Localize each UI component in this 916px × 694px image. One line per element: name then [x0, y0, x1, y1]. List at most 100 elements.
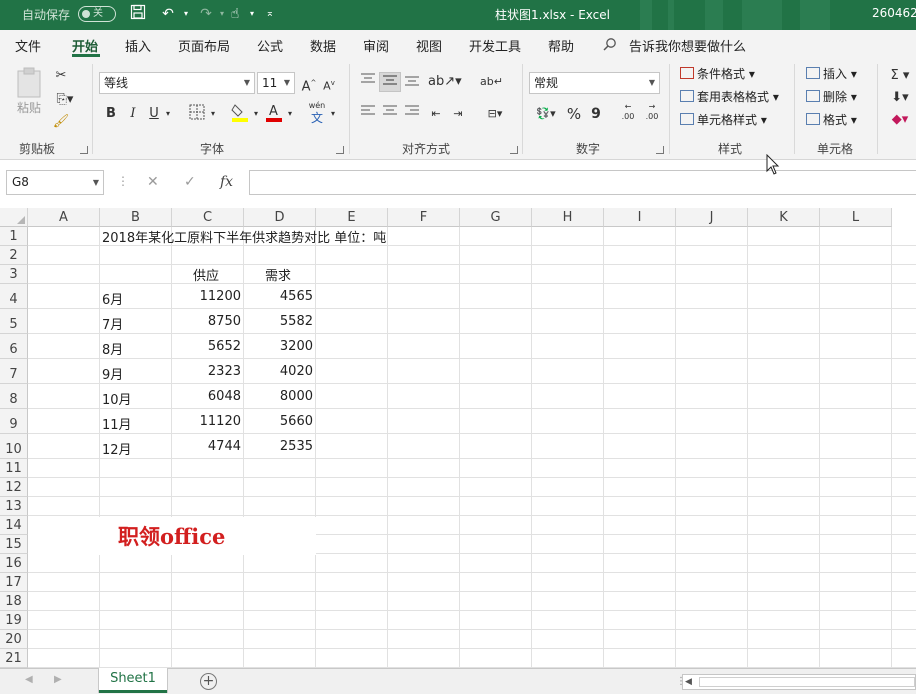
shrink-font-button[interactable]: Av [320, 73, 338, 93]
demand-header-cell[interactable]: 需求 [265, 265, 291, 284]
supply-cell[interactable]: 2323 [172, 364, 241, 379]
supply-cell[interactable]: 11120 [172, 414, 241, 429]
row-header-9[interactable]: 9 [0, 409, 28, 434]
tab-home[interactable]: 开始 [72, 36, 98, 55]
row-header-17[interactable]: 17 [0, 573, 28, 592]
month-cell[interactable]: 9月 [102, 364, 123, 383]
column-header-g[interactable]: G [460, 208, 532, 227]
borders-icon[interactable] [186, 104, 208, 124]
row-header-19[interactable]: 19 [0, 611, 28, 630]
align-center-icon[interactable] [380, 104, 400, 124]
row-header-12[interactable]: 12 [0, 478, 28, 497]
cancel-icon[interactable]: ✕ [147, 174, 159, 190]
bold-button[interactable]: B [104, 104, 118, 124]
row-header-7[interactable]: 7 [0, 359, 28, 384]
row-header-2[interactable]: 2 [0, 246, 28, 265]
row-header-4[interactable]: 4 [0, 284, 28, 309]
align-bottom-icon[interactable] [402, 72, 422, 92]
font-size-select[interactable]: 11 ▼ [257, 72, 295, 94]
number-launcher-icon[interactable] [656, 146, 664, 154]
sheet-title-cell[interactable]: 2018年某化工原料下半年供求趋势对比 单位：吨 [102, 227, 386, 246]
add-sheet-button[interactable]: + [200, 673, 217, 690]
supply-header-cell[interactable]: 供应 [193, 265, 219, 284]
align-right-icon[interactable] [402, 104, 422, 124]
demand-cell[interactable]: 2535 [244, 439, 313, 454]
conditional-formatting-button[interactable]: 条件格式 ▾ [680, 65, 755, 83]
fill-icon[interactable]: ⬇▾ [886, 88, 914, 108]
row-header-11[interactable]: 11 [0, 459, 28, 478]
column-header-h[interactable]: H [532, 208, 604, 227]
column-header-a[interactable]: A [28, 208, 100, 227]
scroll-tabs-right-icon[interactable]: ▶ [54, 674, 62, 685]
month-cell[interactable]: 6月 [102, 289, 123, 308]
scroll-left-icon[interactable]: ◀ [685, 675, 692, 689]
number-format-select[interactable]: 常规 ▼ [529, 72, 660, 94]
row-header-20[interactable]: 20 [0, 630, 28, 649]
paste-icon[interactable] [14, 66, 44, 100]
demand-cell[interactable]: 8000 [244, 389, 313, 404]
cut-icon[interactable]: ✂ [52, 66, 70, 86]
format-as-table-button[interactable]: 套用表格格式 ▾ [680, 88, 779, 106]
autosum-button[interactable]: Σ ▾ [886, 66, 914, 86]
column-header-k[interactable]: K [748, 208, 820, 227]
user-account[interactable]: 260462 [872, 6, 916, 20]
format-cells-button[interactable]: 格式 ▾ [806, 111, 857, 129]
column-header-c[interactable]: C [172, 208, 244, 227]
month-cell[interactable]: 7月 [102, 314, 123, 333]
demand-cell[interactable]: 5660 [244, 414, 313, 429]
row-header-14[interactable]: 14 [0, 516, 28, 535]
font-color-icon[interactable]: A [264, 102, 284, 122]
tab-developer[interactable]: 开发工具 [469, 36, 521, 55]
increase-indent-icon[interactable]: ⇥ [448, 104, 468, 124]
supply-cell[interactable]: 8750 [172, 314, 241, 329]
paste-button[interactable]: 粘贴 [14, 98, 44, 118]
tab-view[interactable]: 视图 [416, 36, 442, 55]
row-header-10[interactable]: 10 [0, 434, 28, 459]
orientation-icon[interactable]: ab↗▾ [428, 72, 462, 92]
format-painter-icon[interactable]: 🖌 [52, 112, 70, 132]
row-header-15[interactable]: 15 [0, 535, 28, 554]
supply-cell[interactable]: 5652 [172, 339, 241, 354]
alignment-launcher-icon[interactable] [510, 146, 518, 154]
copy-icon[interactable]: ⎘▾ [52, 90, 78, 110]
increase-decimal-button[interactable]: ← .00 [617, 102, 639, 122]
demand-cell[interactable]: 3200 [244, 339, 313, 354]
borders-dropdown-icon[interactable]: ▾ [208, 104, 218, 124]
column-header-f[interactable]: F [388, 208, 460, 227]
month-cell[interactable]: 8月 [102, 339, 123, 358]
sheet-tab-sheet1[interactable]: Sheet1 [99, 668, 167, 693]
align-middle-icon[interactable] [379, 72, 401, 92]
italic-button[interactable]: I [126, 104, 140, 124]
save-icon[interactable] [128, 4, 148, 24]
column-header-d[interactable]: D [244, 208, 316, 227]
supply-cell[interactable]: 4744 [172, 439, 241, 454]
touch-dropdown-icon[interactable]: ▾ [242, 4, 262, 24]
month-cell[interactable]: 11月 [102, 414, 132, 433]
demand-cell[interactable]: 4565 [244, 289, 313, 304]
search-icon[interactable] [603, 37, 617, 51]
horizontal-scrollbar[interactable]: ◀ [682, 674, 916, 690]
column-header-i[interactable]: I [604, 208, 676, 227]
column-header-e[interactable]: E [316, 208, 388, 227]
autosave-toggle[interactable]: 关 [78, 6, 116, 22]
tab-page-layout[interactable]: 页面布局 [178, 36, 230, 55]
clipboard-launcher-icon[interactable] [80, 146, 88, 154]
row-header-3[interactable]: 3 [0, 265, 28, 284]
undo-dropdown-icon[interactable]: ▾ [176, 4, 196, 24]
phonetic-dropdown-icon[interactable]: ▾ [328, 104, 338, 124]
tab-review[interactable]: 审阅 [363, 36, 389, 55]
column-header-b[interactable]: B [100, 208, 172, 227]
scrollbar-thumb[interactable] [699, 677, 915, 687]
fill-color-icon[interactable] [230, 102, 250, 122]
row-header-16[interactable]: 16 [0, 554, 28, 573]
insert-function-button[interactable]: fx [220, 174, 233, 190]
demand-cell[interactable]: 5582 [244, 314, 313, 329]
row-header-18[interactable]: 18 [0, 592, 28, 611]
comma-style-button[interactable]: 9 [589, 104, 603, 124]
cell-styles-button[interactable]: 单元格样式 ▾ [680, 111, 767, 129]
tab-data[interactable]: 数据 [310, 36, 336, 55]
month-cell[interactable]: 10月 [102, 389, 132, 408]
phonetic-guide-button[interactable]: wén 文 [306, 100, 328, 128]
delete-cells-button[interactable]: 删除 ▾ [806, 88, 857, 106]
underline-button[interactable]: U [147, 104, 161, 124]
